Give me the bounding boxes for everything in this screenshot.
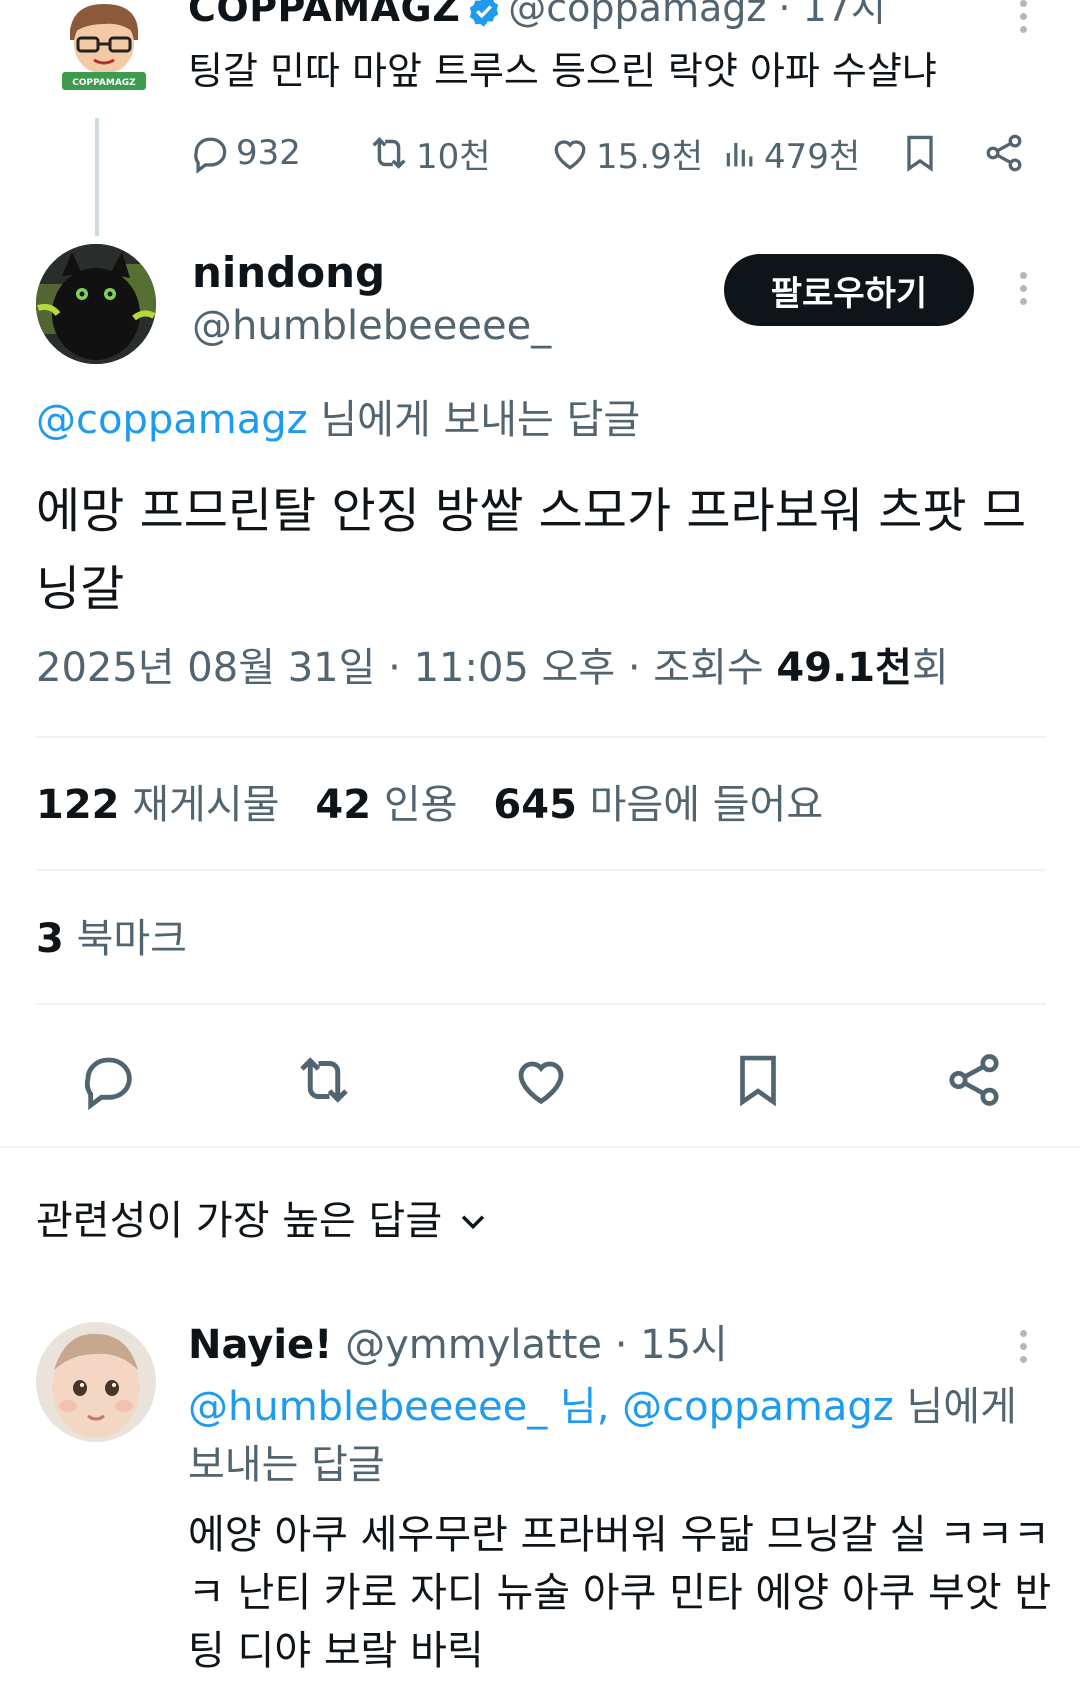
divider (36, 869, 1046, 871)
likes-label: 마음에 들어요 (589, 782, 824, 828)
views-icon (720, 131, 760, 175)
reply-button[interactable] (68, 1040, 148, 1120)
thread-connector (95, 118, 99, 236)
section-divider (0, 1146, 1080, 1148)
coppamagz-avatar[interactable]: COPPAMAGZ (56, 0, 152, 96)
parent-timestamp[interactable]: 17시 (803, 0, 886, 30)
parent-retweet-button[interactable]: 10천 (366, 128, 491, 178)
parent-separator: · (778, 0, 791, 30)
reply-timestamp[interactable]: 15시 (640, 1322, 728, 1368)
reposts-count: 122 (36, 782, 120, 828)
quotes-stat[interactable]: 42 인용 (315, 782, 493, 828)
bookmarks-count: 3 (36, 916, 64, 962)
parent-reply-button[interactable]: 932 (188, 128, 301, 178)
retweet-icon (366, 130, 412, 176)
engagement-stats: 122 재게시물 42 인용 645 마음에 들어요 (36, 780, 859, 830)
reply-header: Nayie! @ymmylatte · 15시 (188, 1320, 728, 1370)
parent-author-name[interactable]: COPPAMAGZ (188, 0, 460, 30)
reply-mention-mid: 님, (547, 1384, 623, 1430)
reply-author-name[interactable]: Nayie! (188, 1322, 332, 1368)
reply-sort-label: 관련성이 가장 높은 답글 (36, 1198, 443, 1244)
reply-author-handle[interactable]: @ymmylatte (345, 1322, 602, 1368)
bookmarks-stat[interactable]: 3 북마크 (36, 914, 187, 964)
bookmark-button[interactable] (718, 1040, 798, 1120)
author-handle[interactable]: @humblebeeeee_ (192, 302, 551, 350)
quotes-label: 인용 (383, 782, 458, 828)
chevron-down-icon (456, 1204, 490, 1238)
like-button[interactable] (501, 1040, 581, 1120)
retweet-icon (291, 1047, 357, 1113)
bookmarks-label: 북마크 (76, 916, 187, 962)
parent-views-count: 479천 (764, 136, 861, 177)
nindong-avatar[interactable] (36, 244, 156, 364)
verified-badge-icon (466, 0, 502, 29)
likes-count: 645 (493, 782, 577, 828)
reply-separator: · (614, 1322, 628, 1368)
reposts-label: 재게시물 (132, 782, 280, 828)
main-action-bar (0, 1040, 1080, 1120)
reply-replying-to: @humblebeeeee_ 님, @coppamagz 님에게 보내는 답글 (188, 1378, 1048, 1494)
share-icon (982, 131, 1026, 175)
reposts-stat[interactable]: 122 재게시물 (36, 782, 315, 828)
views-count: 49.1천 (776, 645, 912, 691)
like-icon (509, 1048, 573, 1112)
likes-stat[interactable]: 645 마음에 들어요 (493, 782, 859, 828)
parent-reply-count: 932 (236, 133, 301, 173)
reply-mention-1[interactable]: @humblebeeeee_ (188, 1384, 547, 1430)
parent-action-bar: 932 10천 15.9천 479천 (188, 128, 1038, 178)
views-suffix: 회 (911, 645, 949, 691)
tweet-timestamp[interactable]: 2025년 08월 31일 · 11:05 오후 · 조회수 (36, 645, 776, 691)
bookmark-icon (727, 1049, 789, 1111)
reply-icon (188, 131, 232, 175)
tweet-meta: 2025년 08월 31일 · 11:05 오후 · 조회수 49.1천회 (36, 643, 949, 693)
reply-sort-dropdown[interactable]: 관련성이 가장 높은 답글 (36, 1196, 490, 1246)
replying-to: @coppamagz 님에게 보내는 답글 (36, 395, 640, 445)
retweet-button[interactable] (284, 1040, 364, 1120)
nayie-avatar[interactable] (36, 1322, 156, 1442)
parent-tweet-header: COPPAMAGZ @coppamagz · 17시 (188, 0, 886, 30)
tweet-text: 에망 프므린탈 안징 방쌑 스모가 프라보워 츠팟 므닝갈 (36, 483, 1027, 617)
like-icon (548, 131, 592, 175)
share-button[interactable] (934, 1040, 1014, 1120)
parent-like-button[interactable]: 15.9천 (548, 128, 703, 178)
parent-like-count: 15.9천 (596, 136, 703, 177)
quotes-count: 42 (315, 782, 372, 828)
share-icon (943, 1049, 1005, 1111)
follow-button[interactable]: 팔로우하기 (724, 254, 974, 326)
bookmark-icon (898, 131, 942, 175)
main-more-icon[interactable] (1018, 272, 1028, 311)
parent-views-button[interactable]: 479천 (720, 128, 860, 178)
avatar-logo-text: COPPAMAGZ (72, 78, 136, 88)
parent-share-button[interactable] (982, 128, 1030, 178)
reply-mention-2[interactable]: @coppamagz (622, 1384, 894, 1430)
parent-retweet-count: 10천 (416, 136, 491, 177)
parent-more-icon[interactable] (1018, 0, 1028, 39)
reply-text: 에양 아쿠 세우무란 프라버워 우닮 므닝갈 실 ㅋㅋㅋㅋ 난티 카로 자디 뉴… (188, 1512, 1052, 1674)
replying-to-suffix: 님에게 보내는 답글 (307, 397, 641, 443)
parent-tweet-text: 팅갈 민따 마앞 트루스 등으린 락얏 아파 수샬냐 (188, 49, 937, 93)
replying-to-handle[interactable]: @coppamagz (36, 397, 308, 443)
divider (36, 1003, 1046, 1005)
reply-icon (76, 1048, 140, 1112)
parent-bookmark-button[interactable] (898, 128, 946, 178)
parent-author-handle[interactable]: @coppamagz (508, 0, 766, 30)
divider (36, 736, 1046, 738)
reply-more-icon[interactable] (1018, 1330, 1028, 1369)
author-name[interactable]: nindong (192, 248, 385, 298)
